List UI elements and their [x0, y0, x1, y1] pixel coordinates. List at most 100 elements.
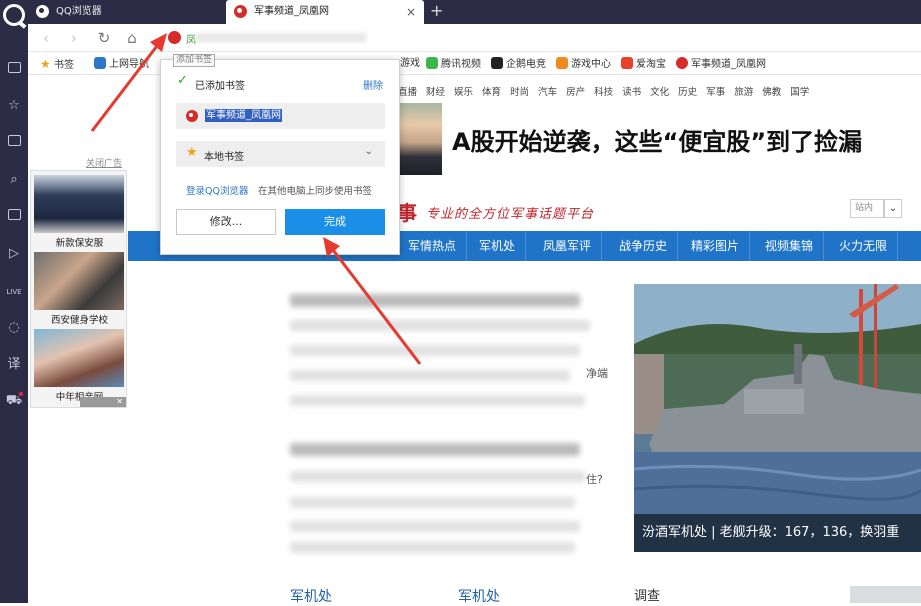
- translate-icon[interactable]: 译: [4, 355, 24, 375]
- blurred-text: [290, 395, 585, 406]
- blurred-text: [290, 497, 575, 508]
- channel-nav-item[interactable]: 火力无限: [829, 231, 899, 261]
- video-icon[interactable]: ▷: [4, 244, 24, 264]
- military-logo[interactable]: 事: [397, 197, 417, 226]
- login-link[interactable]: 登录QQ浏览器: [186, 183, 248, 197]
- navigation-bar: ‹ › ↻ ⌂ 凤: [28, 24, 921, 52]
- video-icon: [426, 57, 438, 69]
- site-icon[interactable]: [168, 31, 181, 44]
- tab-bar: QQ浏览器 军事频道_凤凰网 × +: [28, 0, 921, 24]
- ad-image[interactable]: [34, 175, 124, 233]
- category-link[interactable]: 佛教: [762, 87, 781, 98]
- bookmark-item[interactable]: 腾讯视频: [426, 57, 481, 72]
- news-icon[interactable]: [4, 60, 24, 80]
- tab-ifeng-military[interactable]: 军事频道_凤凰网 ×: [226, 0, 424, 24]
- forward-icon[interactable]: ›: [64, 28, 84, 48]
- chevron-down-icon[interactable]: ⌄: [884, 199, 902, 218]
- category-link[interactable]: 文化: [650, 87, 669, 98]
- ifeng-icon: [676, 57, 688, 69]
- article-snippet: 净端: [586, 367, 608, 380]
- bookmark-item[interactable]: ★ 书签: [40, 57, 74, 73]
- address-input[interactable]: 凤: [186, 31, 196, 46]
- address-blurred-url: [196, 33, 366, 42]
- channel-nav-item[interactable]: 军机处: [469, 231, 527, 261]
- category-link[interactable]: 财经: [426, 87, 445, 98]
- cart-icon[interactable]: ⛟: [4, 391, 24, 411]
- channel-nav-item[interactable]: 凤凰军评: [533, 231, 603, 261]
- chevron-down-icon[interactable]: ⌄: [365, 146, 373, 157]
- sync-hint: 在其他电脑上同步使用书签: [258, 186, 373, 197]
- ad-image[interactable]: [34, 329, 124, 387]
- section-title[interactable]: 军机处: [458, 586, 500, 606]
- search-icon[interactable]: ⌕: [4, 170, 24, 190]
- blurred-text: [290, 471, 585, 482]
- star-icon: ★: [40, 57, 51, 71]
- bookmark-item[interactable]: 爱淘宝: [621, 57, 666, 72]
- close-ad-link[interactable]: 关闭广告: [86, 156, 122, 169]
- category-link[interactable]: 历史: [678, 87, 697, 98]
- blurred-text: [290, 345, 580, 356]
- banner-image[interactable]: [398, 103, 442, 175]
- article-snippet: 住?: [586, 473, 603, 486]
- category-link[interactable]: 直播: [398, 87, 417, 98]
- ad-caption[interactable]: 新款保安服: [31, 235, 128, 249]
- gamepad-icon: [556, 57, 568, 69]
- qq-browser-logo[interactable]: [3, 4, 25, 26]
- channel-nav-item[interactable]: 视频集锦: [755, 231, 825, 261]
- category-link[interactable]: 时尚: [510, 87, 529, 98]
- close-icon[interactable]: ×: [406, 0, 416, 24]
- category-link[interactable]: 军事: [706, 87, 725, 98]
- tab-qq-browser[interactable]: QQ浏览器: [28, 0, 226, 24]
- edit-button[interactable]: 修改...: [176, 209, 276, 235]
- site-search-select[interactable]: 站内: [850, 199, 884, 218]
- featured-news-image[interactable]: 汾酒军机处 | 老舰升级：167，136，换羽重: [634, 284, 921, 552]
- featured-news-caption[interactable]: 汾酒军机处 | 老舰升级：167，136，换羽重: [634, 514, 921, 552]
- warship-picture: [634, 284, 921, 552]
- ad-close-button[interactable]: ✕: [80, 397, 126, 407]
- bookmark-folder-select[interactable]: ★ 本地书签 ⌄: [176, 141, 385, 167]
- category-link[interactable]: 汽车: [538, 87, 557, 98]
- channel-nav-item[interactable]: 军情热点: [398, 231, 468, 261]
- category-link[interactable]: 读书: [622, 87, 641, 98]
- bookmark-item[interactable]: 游戏: [400, 57, 420, 71]
- delete-bookmark-link[interactable]: 删除: [363, 77, 383, 92]
- blurred-headline: [290, 294, 580, 307]
- home-icon[interactable]: ⌂: [122, 28, 142, 48]
- chat-icon[interactable]: ◌: [4, 318, 24, 338]
- section-title[interactable]: 军机处: [290, 586, 332, 606]
- category-link[interactable]: 国学: [790, 87, 809, 98]
- done-button[interactable]: 完成: [285, 209, 385, 235]
- category-link[interactable]: 旅游: [734, 87, 753, 98]
- live-icon[interactable]: LIVE: [4, 282, 24, 302]
- new-tab-button[interactable]: +: [430, 0, 443, 22]
- category-link[interactable]: 体育: [482, 87, 501, 98]
- bookmark-item[interactable]: 游戏中心: [556, 57, 611, 72]
- ad-image[interactable]: [34, 252, 124, 310]
- bookmark-name-field[interactable]: 军事频道_凤凰网: [176, 103, 385, 129]
- channel-nav-item[interactable]: 战争历史: [609, 231, 679, 261]
- book-icon[interactable]: [4, 133, 24, 153]
- bookmark-item[interactable]: 上网导航: [94, 57, 149, 72]
- category-link[interactable]: 科技: [594, 87, 613, 98]
- category-link[interactable]: 房产: [566, 87, 585, 98]
- qq-browser-icon: [36, 5, 49, 18]
- blurred-headline: [290, 443, 580, 456]
- blurred-text: [290, 370, 570, 381]
- refresh-icon[interactable]: ↻: [94, 28, 114, 48]
- star-icon[interactable]: ☆: [4, 96, 24, 116]
- blurred-text: [290, 521, 580, 532]
- taobao-icon: [621, 57, 633, 69]
- thumbnail-image[interactable]: [850, 586, 921, 603]
- bookmark-name-text[interactable]: 军事频道_凤凰网: [205, 109, 282, 122]
- tab-label: 军事频道_凤凰网: [254, 6, 329, 17]
- banner-headline[interactable]: A股开始逆袭，这些“便宜股”到了捡漏: [452, 122, 862, 157]
- bookmark-item[interactable]: 企鹅电竞: [491, 57, 546, 72]
- ad-caption[interactable]: 西安健身学校: [31, 312, 128, 326]
- channel-nav-item[interactable]: 精彩图片: [681, 231, 751, 261]
- back-icon[interactable]: ‹: [36, 28, 56, 48]
- penguin-icon: [491, 57, 503, 69]
- bag-icon[interactable]: [4, 207, 24, 227]
- bookmark-item[interactable]: 军事频道_凤凰网: [676, 57, 766, 72]
- category-link[interactable]: 娱乐: [454, 87, 473, 98]
- site-tagline: 专业的全方位军事话题平台: [426, 207, 595, 222]
